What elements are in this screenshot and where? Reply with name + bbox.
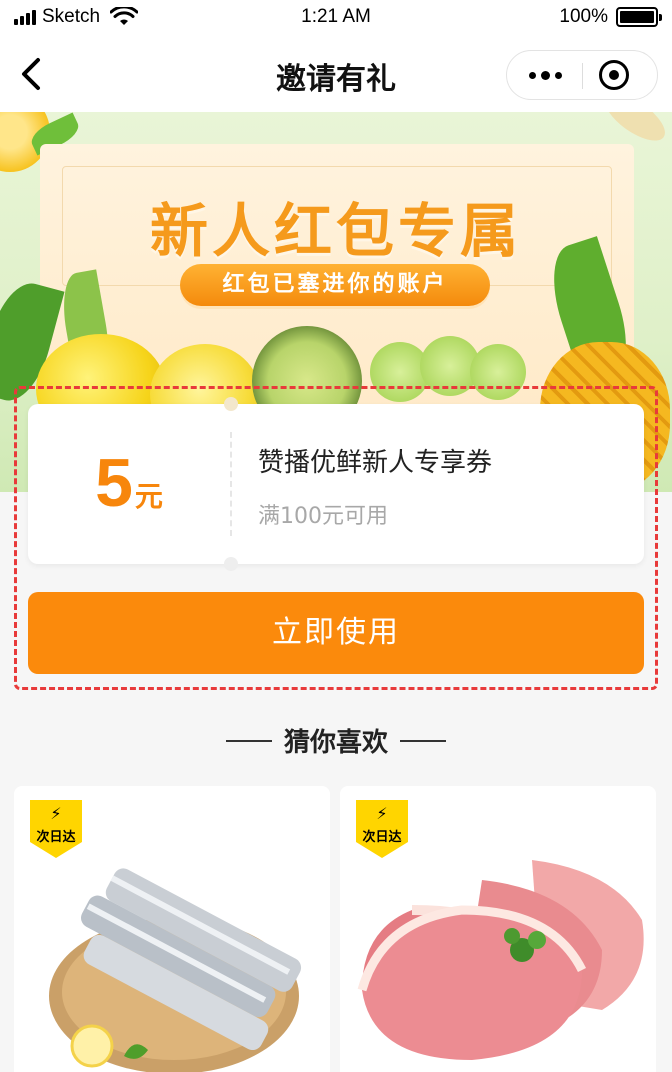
divider-line [225,739,272,742]
coupon-notch [224,397,238,411]
lightning-icon: ⚡ [50,804,62,823]
fish-fillet-image [49,868,302,1072]
lightning-icon: ⚡ [376,804,388,823]
more-dots-icon[interactable] [507,51,583,99]
product-card[interactable]: ⚡ 次日达 [14,786,330,1072]
recommend-title: 猜你喜欢 [283,728,388,758]
battery-icon [616,7,662,27]
coupon-amount-value: 5 [95,445,133,521]
battery-percent: 100% [559,6,608,27]
capsule-divider [582,63,583,89]
badge-label: 次日达 [36,830,76,845]
coupon-card[interactable]: 5元 赞播优鲜新人专享券 满100元可用 [28,397,644,571]
coupon-amount: 5元 [28,444,230,522]
coupon-name: 赞播优鲜新人专享券 [258,448,493,478]
divider-line [400,739,446,742]
nav-bar: 邀请有礼 [0,36,672,112]
close-target-icon[interactable] [599,60,629,90]
recommend-header: 猜你喜欢 [0,722,672,759]
status-bar: Sketch 1:21 AM 100% [0,0,672,36]
mini-program-capsule [506,50,658,100]
coupon-divider [230,432,232,536]
pork-chops-image [357,860,644,1060]
coupon-notch [224,557,238,571]
coupon-condition: 满100元可用 [258,504,388,529]
coupon-amount-unit: 元 [134,480,163,513]
product-card[interactable]: ⚡ 次日达 [340,786,656,1072]
banner-subtitle-pill: 红包已塞进你的账户 [180,264,490,306]
badge-label: 次日达 [362,830,402,845]
use-now-button[interactable]: 立即使用 [28,592,644,674]
